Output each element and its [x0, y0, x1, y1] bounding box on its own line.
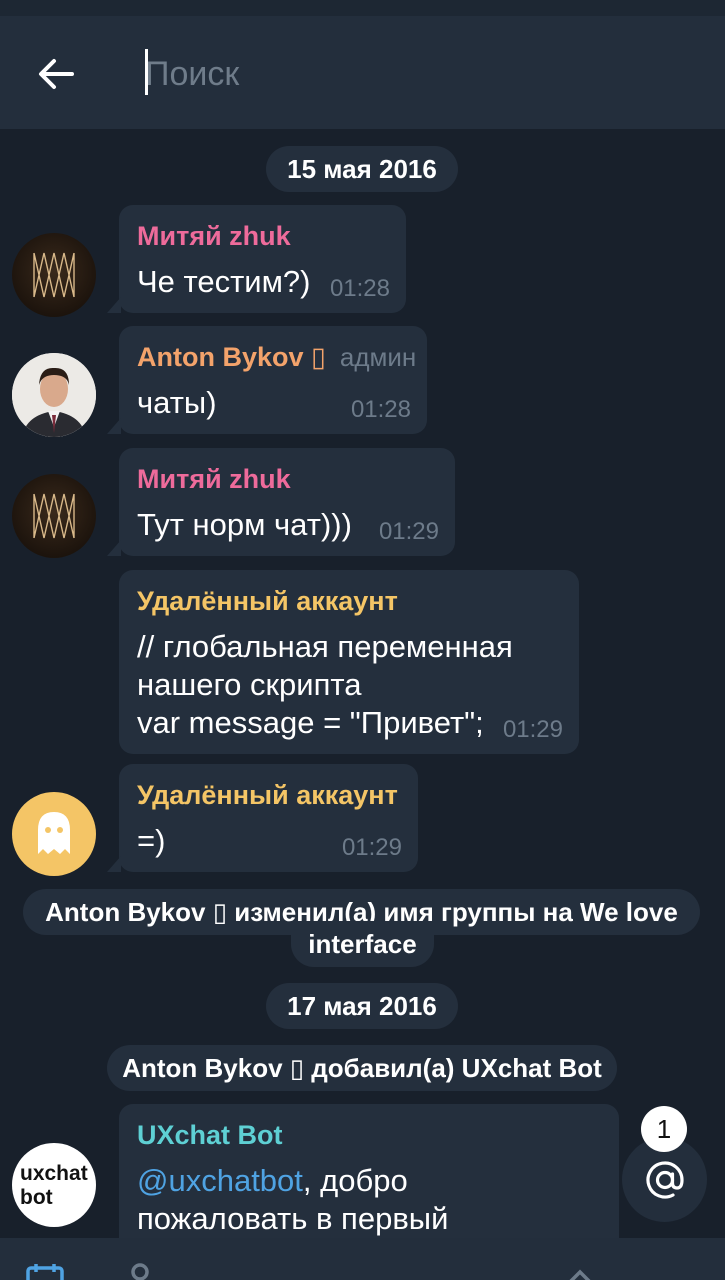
message-line: пожаловать в первый	[137, 1201, 449, 1236]
person-photo-icon	[12, 353, 96, 437]
person-icon[interactable]	[126, 1262, 154, 1280]
message-time: 01:29	[502, 716, 563, 743]
pattern-avatar-icon	[33, 493, 75, 539]
date-label: 17 мая 2016	[287, 991, 437, 1021]
message-line: // глобальная переменная	[137, 629, 513, 664]
date-chip: 17 мая 2016	[266, 983, 458, 1029]
bot-avatar[interactable]: uxchat bot	[12, 1143, 96, 1227]
message-text: , добро	[302, 1163, 408, 1198]
message-time: 01:29	[378, 518, 439, 545]
sender-name[interactable]: UXchat Bot	[137, 1119, 597, 1151]
date-chip: 15 мая 2016	[266, 146, 458, 192]
sender-name[interactable]: Anton Bykov ▯	[137, 342, 326, 372]
status-bar	[0, 0, 725, 16]
message-line: нашего скрипта	[137, 667, 362, 702]
pattern-avatar[interactable]	[12, 233, 96, 317]
message-time: 01:29	[341, 834, 402, 861]
mention-count-badge: 1	[641, 1106, 687, 1152]
at-sign-icon	[645, 1160, 684, 1199]
service-text: interface	[308, 929, 417, 959]
message-bubble[interactable]: Удалённый аккаунт // глобальная переменн…	[119, 570, 579, 754]
arrow-left-icon	[39, 59, 74, 89]
message-bubble[interactable]: UXchat Bot @uxchatbot, добро пожаловать …	[119, 1104, 619, 1238]
sender-line: Anton Bykov ▯ админ	[137, 341, 416, 373]
message-bubble[interactable]: Митяй zhuk Че тестим?) 01:28	[119, 205, 406, 313]
calendar-icon[interactable]	[26, 1264, 64, 1280]
chat-screen: 15 мая 2016 Митяй zhuk Че тестим?) 01:28…	[0, 0, 725, 1280]
search-input[interactable]	[143, 42, 683, 106]
service-message: Anton Bykov ▯ добавил(а) UXchat Bot	[107, 1045, 617, 1091]
photo-avatar[interactable]	[12, 353, 96, 437]
message-line: @uxchatbot, добро	[137, 1162, 597, 1200]
sender-name[interactable]: Удалённый аккаунт	[137, 585, 557, 617]
date-label: 15 мая 2016	[287, 154, 437, 184]
chevron-up-icon[interactable]	[566, 1268, 594, 1280]
message-time: 01:28	[350, 396, 411, 423]
sender-name[interactable]: Митяй zhuk	[137, 220, 384, 252]
service-message-continuation: interface	[291, 921, 434, 967]
service-text: Anton Bykov ▯ добавил(а) UXchat Bot	[122, 1053, 602, 1083]
bot-avatar-label: bot	[20, 1186, 53, 1209]
message-time: 01:28	[329, 275, 390, 302]
mention-link[interactable]: @uxchatbot	[137, 1163, 303, 1198]
ghost-icon	[38, 812, 70, 854]
search-field[interactable]	[143, 42, 683, 106]
message-line: var message = "Привет";	[137, 705, 484, 740]
bottom-toolbar	[0, 1238, 725, 1280]
pattern-avatar-icon	[33, 252, 75, 298]
message-bubble[interactable]: Anton Bykov ▯ админ чаты) 01:28	[119, 326, 427, 434]
back-button[interactable]	[22, 46, 90, 102]
sender-name[interactable]: Удалённый аккаунт	[137, 779, 398, 811]
sender-name[interactable]: Митяй zhuk	[137, 463, 433, 495]
message-bubble[interactable]: Митяй zhuk Тут норм чат))) 01:29	[119, 448, 455, 556]
ghost-avatar[interactable]	[12, 792, 96, 876]
admin-role-label: админ	[339, 342, 417, 372]
text-cursor	[145, 49, 148, 95]
pattern-avatar[interactable]	[12, 474, 96, 558]
bot-avatar-label: uxchat	[20, 1162, 88, 1185]
search-header	[0, 16, 725, 129]
message-bubble[interactable]: Удалённый аккаунт =) 01:29	[119, 764, 418, 872]
